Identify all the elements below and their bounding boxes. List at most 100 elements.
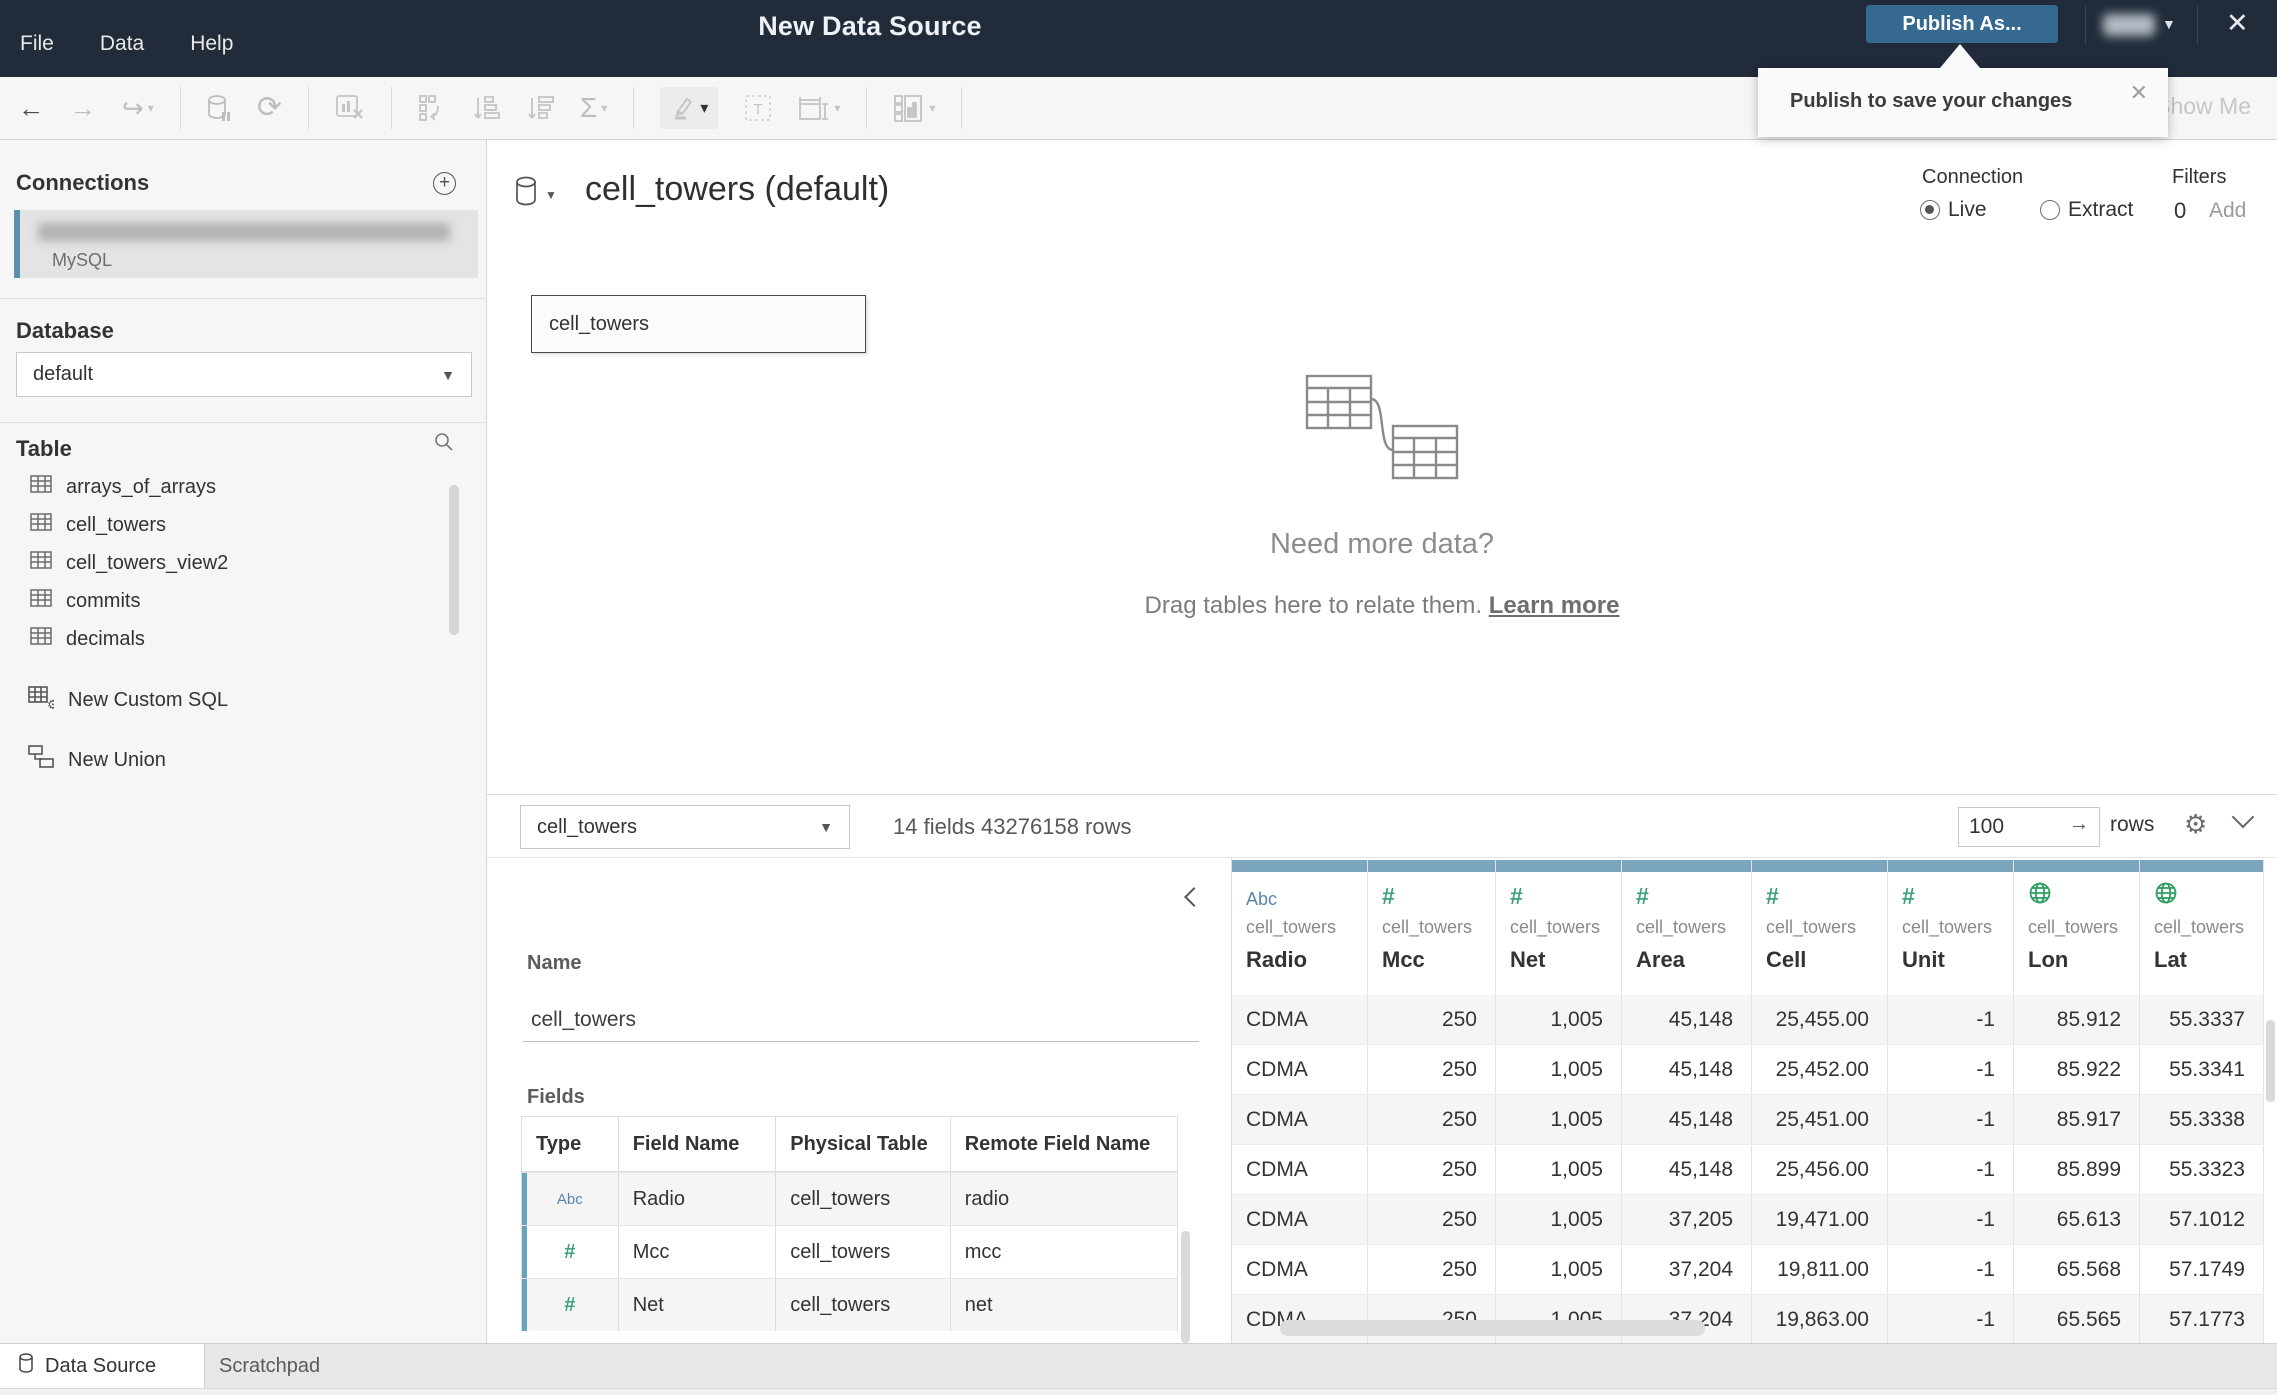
- datasource-db-icon[interactable]: [514, 176, 540, 213]
- grid-cell: 85.912: [2014, 995, 2140, 1044]
- fields-table-row[interactable]: # Mcc cell_towers mcc: [522, 1225, 1177, 1278]
- row-accent-bar: [522, 1226, 527, 1278]
- row-limit-input[interactable]: [1969, 811, 2059, 843]
- publish-tooltip: Publish to save your changes ✕: [1758, 44, 2168, 137]
- undo-icon[interactable]: ←: [18, 95, 44, 121]
- fields-table-row[interactable]: Abc Radio cell_towers radio: [522, 1172, 1177, 1225]
- extract-radio[interactable]: Extract: [2040, 198, 2133, 222]
- custom-sql-icon: ⚙: [28, 685, 59, 715]
- grid-data-row[interactable]: CDMA 250 1,005 45,148 25,455.00 -1 85.912 55.33…: [1232, 995, 2264, 1045]
- grid-cell: 55.3338: [2140, 1095, 2264, 1144]
- search-icon[interactable]: [434, 432, 454, 457]
- tab-data-source[interactable]: Data Source: [0, 1344, 205, 1389]
- table-name-input[interactable]: [523, 998, 1199, 1042]
- table-list: arrays_of_arrays cell_towers cell_towers_v…: [0, 468, 487, 658]
- grid-column-header[interactable]: # cell_towers Unit: [1888, 860, 2014, 995]
- clear-sheet-icon[interactable]: [335, 94, 365, 122]
- grid-data-row[interactable]: CDMA 250 1,005 45,148 25,456.00 -1 85.899 55.33…: [1232, 1145, 2264, 1195]
- live-radio[interactable]: Live: [1920, 198, 1987, 222]
- tableau-data-source-window: File Data Help New Data Source Publish A…: [0, 0, 2277, 1395]
- add-connection-icon[interactable]: +: [433, 172, 456, 195]
- canvas-table-card[interactable]: cell_towers: [531, 295, 866, 353]
- sidebar-table-item[interactable]: commits: [0, 582, 487, 620]
- show-me-button[interactable]: Show Me: [2155, 93, 2251, 120]
- collapse-panel-icon[interactable]: [1184, 887, 1204, 907]
- redo-icon[interactable]: →: [70, 95, 96, 121]
- publish-as-button[interactable]: Publish As...: [1866, 5, 2058, 43]
- grid-column-header[interactable]: # cell_towers Mcc: [1368, 860, 1496, 995]
- grid-data-row[interactable]: CDMA 250 1,005 45,148 25,452.00 -1 85.922 55.33…: [1232, 1045, 2264, 1095]
- datasource-caret-icon[interactable]: ▼: [545, 188, 557, 202]
- connection-item[interactable]: MySQL: [14, 210, 478, 278]
- sidebar-scrollbar[interactable]: [449, 485, 459, 635]
- window-close-icon[interactable]: ✕: [2226, 8, 2249, 39]
- grid-cell: 45,148: [1622, 1145, 1752, 1194]
- sidebar-table-item[interactable]: arrays_of_arrays: [0, 468, 487, 506]
- grid-data-row[interactable]: CDMA 250 1,005 45,148 25,451.00 -1 85.917 55.33…: [1232, 1095, 2264, 1145]
- grid-cell: 250: [1368, 1095, 1496, 1144]
- pause-updates-icon[interactable]: [207, 94, 231, 122]
- row-accent-bar: [522, 1173, 527, 1225]
- database-select[interactable]: default ▼: [16, 352, 472, 397]
- user-menu-caret-icon[interactable]: ▼: [2162, 16, 2176, 32]
- grid-cell: -1: [1888, 1045, 2014, 1094]
- svg-text:T: T: [754, 101, 763, 118]
- new-custom-sql-button[interactable]: ⚙ New Custom SQL: [0, 680, 487, 720]
- grid-column-header[interactable]: # cell_towers Net: [1496, 860, 1622, 995]
- column-source-label: cell_towers: [2154, 917, 2245, 937]
- physical-table-cell: cell_towers: [776, 1173, 951, 1225]
- grid-column-header[interactable]: # cell_towers Cell: [1752, 860, 1888, 995]
- sidebar-table-item[interactable]: cell_towers: [0, 506, 487, 544]
- grid-body: CDMA 250 1,005 45,148 25,455.00 -1 85.912 55.33…: [1232, 995, 2264, 1343]
- sidebar-table-item[interactable]: cell_towers_view2: [0, 544, 487, 582]
- tooltip-close-icon[interactable]: ✕: [2130, 80, 2148, 106]
- learn-more-link[interactable]: Learn more: [1489, 592, 1620, 619]
- tooltip-caret: [1940, 44, 1980, 68]
- replay-icon[interactable]: ↪ ▾: [122, 95, 154, 121]
- table-item-label: commits: [66, 589, 141, 612]
- show-hide-cards-icon[interactable]: ▾: [893, 94, 935, 122]
- table-grid-icon: [30, 551, 52, 575]
- grid-cell: 250: [1368, 1245, 1496, 1294]
- empty-state-title: Need more data?: [1269, 528, 1495, 560]
- column-header-accent-bar: [2140, 860, 2263, 872]
- grid-vertical-scrollbar[interactable]: [2266, 1020, 2275, 1102]
- column-source-label: cell_towers: [1766, 917, 1857, 937]
- grid-cell: 1,005: [1496, 995, 1622, 1044]
- fit-selector-icon[interactable]: ▾: [798, 94, 840, 122]
- grid-column-header[interactable]: Abc cell_towers Radio: [1232, 860, 1368, 995]
- new-union-label: New Union: [68, 748, 166, 771]
- user-account-chip[interactable]: [2103, 14, 2155, 36]
- connections-header: Connections: [16, 170, 150, 195]
- new-union-button[interactable]: New Union: [0, 740, 487, 780]
- tab-scratchpad[interactable]: Scratchpad: [205, 1344, 420, 1389]
- string-type-icon: Abc: [1246, 889, 1278, 909]
- grid-data-row[interactable]: CDMA 250 1,005 37,204 19,811.00 -1 65.568 57.17…: [1232, 1245, 2264, 1295]
- chevron-down-icon[interactable]: [2231, 805, 2255, 829]
- grid-horizontal-scrollbar[interactable]: [1280, 1320, 1705, 1336]
- radio-unselected-icon: [2040, 200, 2060, 220]
- grid-column-header[interactable]: # cell_towers Area: [1622, 860, 1752, 995]
- apply-row-limit-icon[interactable]: →: [2069, 813, 2089, 836]
- grid-table-select[interactable]: cell_towers ▼: [520, 805, 850, 849]
- totals-icon[interactable]: Σ ▾: [580, 94, 607, 122]
- empty-state-text: Drag tables here to relate them.: [1144, 592, 1483, 619]
- highlight-icon[interactable]: ▾: [660, 87, 719, 129]
- gear-icon[interactable]: ⚙: [2184, 809, 2207, 840]
- sort-ascending-icon[interactable]: [472, 94, 500, 122]
- table-item-label: cell_towers_view2: [66, 551, 229, 574]
- grid-data-row[interactable]: CDMA 250 1,005 37,205 19,471.00 -1 65.613 57.10…: [1232, 1195, 2264, 1245]
- refresh-icon[interactable]: ⟳: [257, 93, 282, 123]
- geo-type-icon: [2154, 881, 2178, 910]
- text-label-icon[interactable]: T: [744, 94, 772, 122]
- fields-table-scrollbar[interactable]: [1181, 1231, 1190, 1343]
- fields-table-row[interactable]: # Net cell_towers net: [522, 1278, 1177, 1331]
- grid-column-header[interactable]: cell_towers Lon: [2014, 860, 2140, 995]
- grid-column-header[interactable]: cell_towers Lat: [2140, 860, 2264, 995]
- swap-rows-columns-icon[interactable]: [418, 94, 446, 122]
- sidebar-table-item[interactable]: decimals: [0, 620, 487, 658]
- grid-cell: 85.922: [2014, 1045, 2140, 1094]
- filters-add-button[interactable]: Add: [2209, 199, 2246, 223]
- sort-descending-icon[interactable]: [526, 94, 554, 122]
- window-title: New Data Source: [758, 11, 982, 41]
